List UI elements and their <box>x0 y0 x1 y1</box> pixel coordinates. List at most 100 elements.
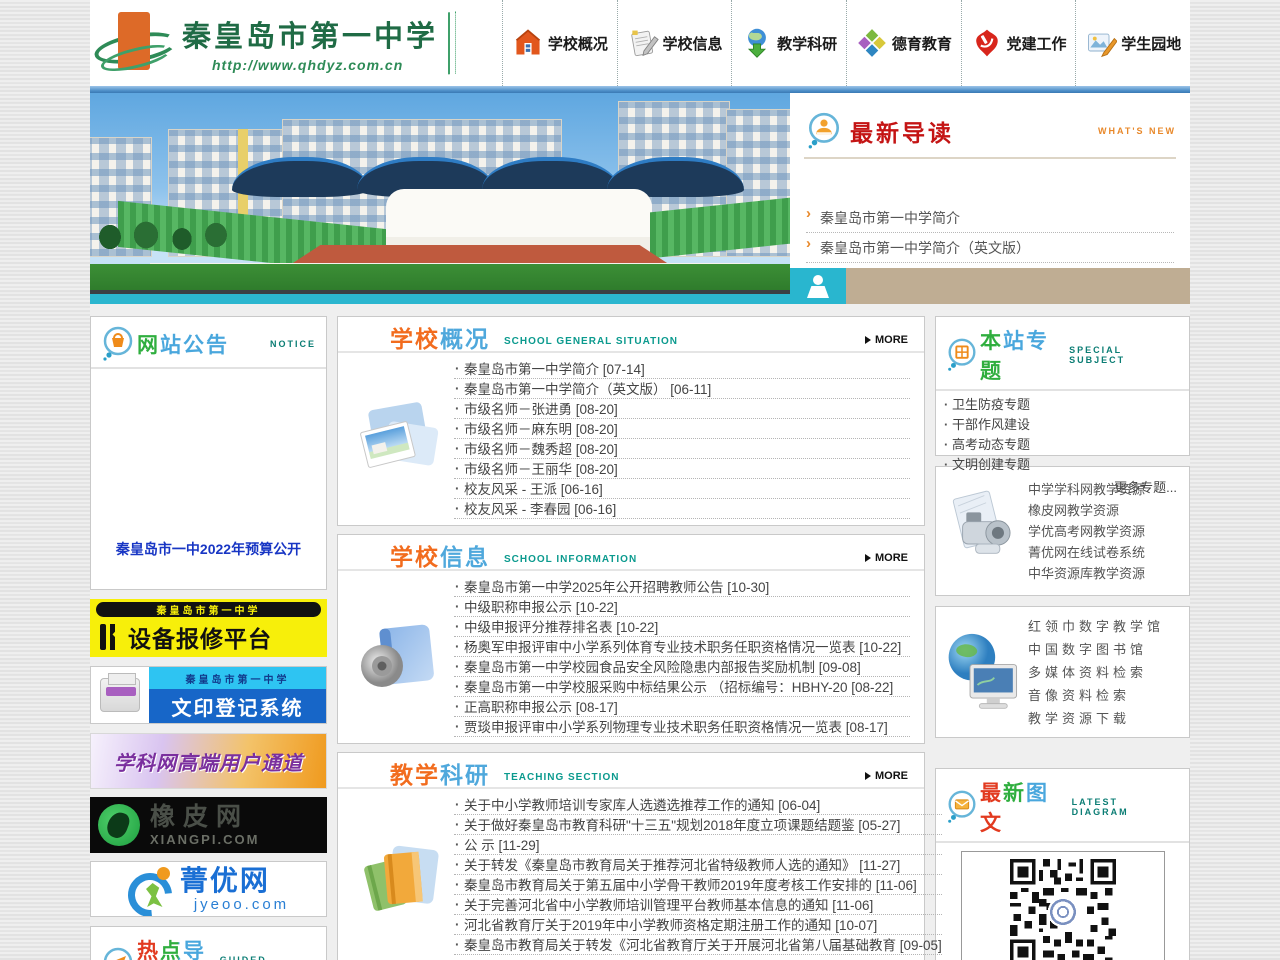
special-subject-icon <box>944 337 980 373</box>
jyeoo-domain: jyeoo.com <box>194 897 289 912</box>
list-item[interactable]: 关于中小学教师培训专家库人选遴选推荐工作的通知 [06-04] <box>454 795 942 815</box>
list-item[interactable]: 秦皇岛市第一中学简介 <box>806 203 1174 233</box>
qr-code-image <box>1010 859 1116 960</box>
more-link[interactable]: MORE <box>865 546 908 564</box>
list-item[interactable]: 高考动态专题 <box>944 435 1179 455</box>
xiangpi-banner[interactable]: 橡皮网 XIANGPI.COM <box>90 797 327 853</box>
list-item[interactable]: 中国数字图书馆 <box>1028 638 1185 661</box>
document-pencil-icon <box>627 27 659 59</box>
nav-item-moral-education[interactable]: 德育教育 <box>846 0 961 86</box>
nav-item-school-overview[interactable]: 学校概况 <box>502 0 617 86</box>
main-content: 网站公告 NOTICE 秦皇岛市一中2022年预算公开 秦皇岛市第一中学 设备报… <box>90 304 1190 960</box>
list-item[interactable]: 秦皇岛市第一中学简介（英文版） [06-11] <box>454 379 910 399</box>
equipment-repair-banner[interactable]: 秦皇岛市第一中学 设备报修平台 <box>90 599 327 657</box>
qr-code-frame[interactable] <box>961 851 1165 960</box>
print-banner-label: 文印登记系统 <box>149 689 326 723</box>
list-item[interactable]: 音像资料检索 <box>1028 684 1185 707</box>
section-title: 学校概况 <box>390 320 490 354</box>
nav-label: 学校概况 <box>548 33 608 54</box>
list-item[interactable]: 中华资源库教学资源 <box>1028 563 1185 584</box>
list-item[interactable]: 中学学科网教学资源 <box>1028 479 1185 500</box>
nav-label: 学生园地 <box>1121 33 1181 54</box>
list-item[interactable]: 秦皇岛市第一中学校服采购中标结果公示 （招标编号：HBHY-20 [08-22] <box>454 677 910 697</box>
section-subtitle: TEACHING SECTION <box>504 764 619 783</box>
section-teaching-research: 教学科研 TEACHING SECTION MORE 关于中小学教师培训专家库人… <box>337 752 925 960</box>
list-item[interactable]: 干部作风建设 <box>944 415 1179 435</box>
site-logo[interactable]: 秦皇岛市第一中学 http://www.qhdyz.com.cn <box>90 8 502 78</box>
list-item[interactable]: 市级名师－魏秀超 [08-20] <box>454 439 910 459</box>
picture-pencil-icon <box>1085 27 1117 59</box>
xkw-vip-banner[interactable]: 学科网高端用户通道 <box>90 733 327 789</box>
campus-photo <box>90 93 790 304</box>
list-item[interactable]: 文明创建专题 <box>944 455 1179 475</box>
special-subject-panel: 本站专题 SPECIAL SUBJECT 卫生防疫专题 干部作风建设 高考动态专… <box>935 316 1190 456</box>
list-item[interactable]: 秦皇岛市第一中学简介 [07-14] <box>454 359 910 379</box>
list-item[interactable]: 市级名师－张进勇 [08-20] <box>454 399 910 419</box>
list-item[interactable]: 关于转发《秦皇岛市教育局关于推荐河北省特级教师人选的通知》 [11-27] <box>454 855 942 875</box>
list-item[interactable]: 秦皇岛市第一中学校园食品安全风险隐患内部报告奖励机制 [09-08] <box>454 657 910 677</box>
hot-reading-title: 热点导读 <box>137 935 220 960</box>
list-item[interactable]: 杨奥军申报评审中小学系列体育专业技术职务任职资格情况一览表 [10-22] <box>454 637 910 657</box>
list-item[interactable]: 正高职称申报公示 [08-17] <box>454 697 910 717</box>
list-item[interactable]: 贾琰申报评审中小学系列物理专业技术职务任职资格情况一览表 [08-17] <box>454 717 910 737</box>
nav-item-party-building[interactable]: 党建工作 <box>961 0 1076 86</box>
list-item[interactable]: 关于做好秦皇岛市教育科研"十三五"规划2018年度立项课题结题鉴 [05-27] <box>454 815 942 835</box>
list-item[interactable]: 关于完善河北省中小学教师培训管理平台教师基本信息的通知 [11-06] <box>454 895 942 915</box>
list-item[interactable]: 橡皮网教学资源 <box>1028 500 1185 521</box>
special-subject-subtitle: SPECIAL SUBJECT <box>1069 345 1179 365</box>
list-item[interactable]: 秦皇岛市教育局关于转发《河北省教育厅关于开展河北省第八届基础教育 [09-05] <box>454 935 942 955</box>
list-item[interactable]: 红领巾数字教学馆 <box>1028 615 1185 638</box>
list-item[interactable]: 秦皇岛市教育局关于第五届中小学骨干教师2019年度考核工作安排的 [11-06] <box>454 875 942 895</box>
list-item[interactable]: 市级名师－王丽华 [08-20] <box>454 459 910 479</box>
home-icon <box>512 27 544 59</box>
section-school-info: 学校信息 SCHOOL INFORMATION MORE 秦皇岛市第一中学202… <box>337 534 925 744</box>
notice-panel: 网站公告 NOTICE 秦皇岛市一中2022年预算公开 <box>90 316 327 590</box>
jyeoo-banner[interactable]: 菁优网 jyeoo.com <box>90 861 327 917</box>
media-resources-box: 中学学科网教学资源 橡皮网教学资源 学优高考网教学资源 菁优网在线试卷系统 中华… <box>935 466 1190 596</box>
tan-bar <box>846 268 1190 304</box>
nav-item-student-corner[interactable]: 学生园地 <box>1075 0 1190 86</box>
list-item[interactable]: 秦皇岛市第一中学2025年公开招聘教师公告 [10-30] <box>454 577 910 597</box>
list-item[interactable]: 学优高考网教学资源 <box>1028 521 1185 542</box>
paper-plane-icon <box>99 946 137 960</box>
notice-subtitle: NOTICE <box>270 339 316 349</box>
list-item[interactable]: 中级申报评分推荐排名表 [10-22] <box>454 617 910 637</box>
nav-item-school-info[interactable]: 学校信息 <box>617 0 732 86</box>
print-banner-school: 秦皇岛市第一中学 <box>149 667 326 689</box>
person-badge-icon[interactable] <box>790 268 846 304</box>
globe-monitor-icon <box>940 622 1028 722</box>
list-item[interactable]: 菁优网在线试卷系统 <box>1028 542 1185 563</box>
nav-label: 党建工作 <box>1007 33 1067 54</box>
xkw-banner-label: 学科网高端用户通道 <box>114 747 303 776</box>
list-item[interactable]: 公 示 [11-29] <box>454 835 942 855</box>
notice-basket-icon <box>99 325 137 363</box>
xiangpi-domain: XIANGPI.COM <box>150 833 259 846</box>
latest-diagram-title: 最新图文 <box>980 777 1072 837</box>
section-subtitle: SCHOOL INFORMATION <box>504 546 637 565</box>
whats-new-panel: 最新导读 WHAT'S NEW 秦皇岛市第一中学简介 秦皇岛市第一中学简介（英文… <box>790 93 1190 304</box>
section-list: 秦皇岛市第一中学2025年公开招聘教师公告 [10-30] 中级职称申报公示 [… <box>454 577 910 737</box>
more-link[interactable]: MORE <box>865 328 908 346</box>
list-item[interactable]: 中级职称申报公示 [10-22] <box>454 597 910 617</box>
nav-item-teaching-research[interactable]: 教学科研 <box>731 0 846 86</box>
list-item[interactable]: 教学资源下载 <box>1028 707 1185 730</box>
header-divider-strip <box>90 86 1190 93</box>
list-item[interactable]: 多媒体资料检索 <box>1028 661 1185 684</box>
hot-reading-subtitle: GUIDED READING <box>220 955 316 960</box>
list-item[interactable]: 校友风采 - 王派 [06-16] <box>454 479 910 499</box>
list-item[interactable]: 市级名师－麻东明 [08-20] <box>454 419 910 439</box>
section-list: 关于中小学教师培训专家库人选遴选推荐工作的通知 [06-04] 关于做好秦皇岛市… <box>454 795 942 955</box>
books-stack-icon <box>346 795 454 955</box>
list-item[interactable]: 校友风采 - 李春园 [06-16] <box>454 499 910 519</box>
special-subject-title: 本站专题 <box>980 325 1069 385</box>
color-cubes-icon <box>856 27 888 59</box>
section-subtitle: SCHOOL GENERAL SITUATION <box>504 328 678 347</box>
list-item[interactable]: 河北省教育厅关于2019年中小学教师资格定期注册工作的通知 [10-07] <box>454 915 942 935</box>
right-sidebar: 本站专题 SPECIAL SUBJECT 卫生防疫专题 干部作风建设 高考动态专… <box>935 316 1190 960</box>
list-item[interactable]: 卫生防疫专题 <box>944 395 1179 415</box>
print-registration-banner[interactable]: 秦皇岛市第一中学 文印登记系统 <box>90 666 327 724</box>
more-link[interactable]: MORE <box>865 764 908 782</box>
budget-disclosure-link[interactable]: 秦皇岛市一中2022年预算公开 <box>91 539 326 559</box>
latest-diagram-icon <box>944 789 980 825</box>
list-item[interactable]: 秦皇岛市第一中学简介（英文版） <box>806 233 1174 263</box>
